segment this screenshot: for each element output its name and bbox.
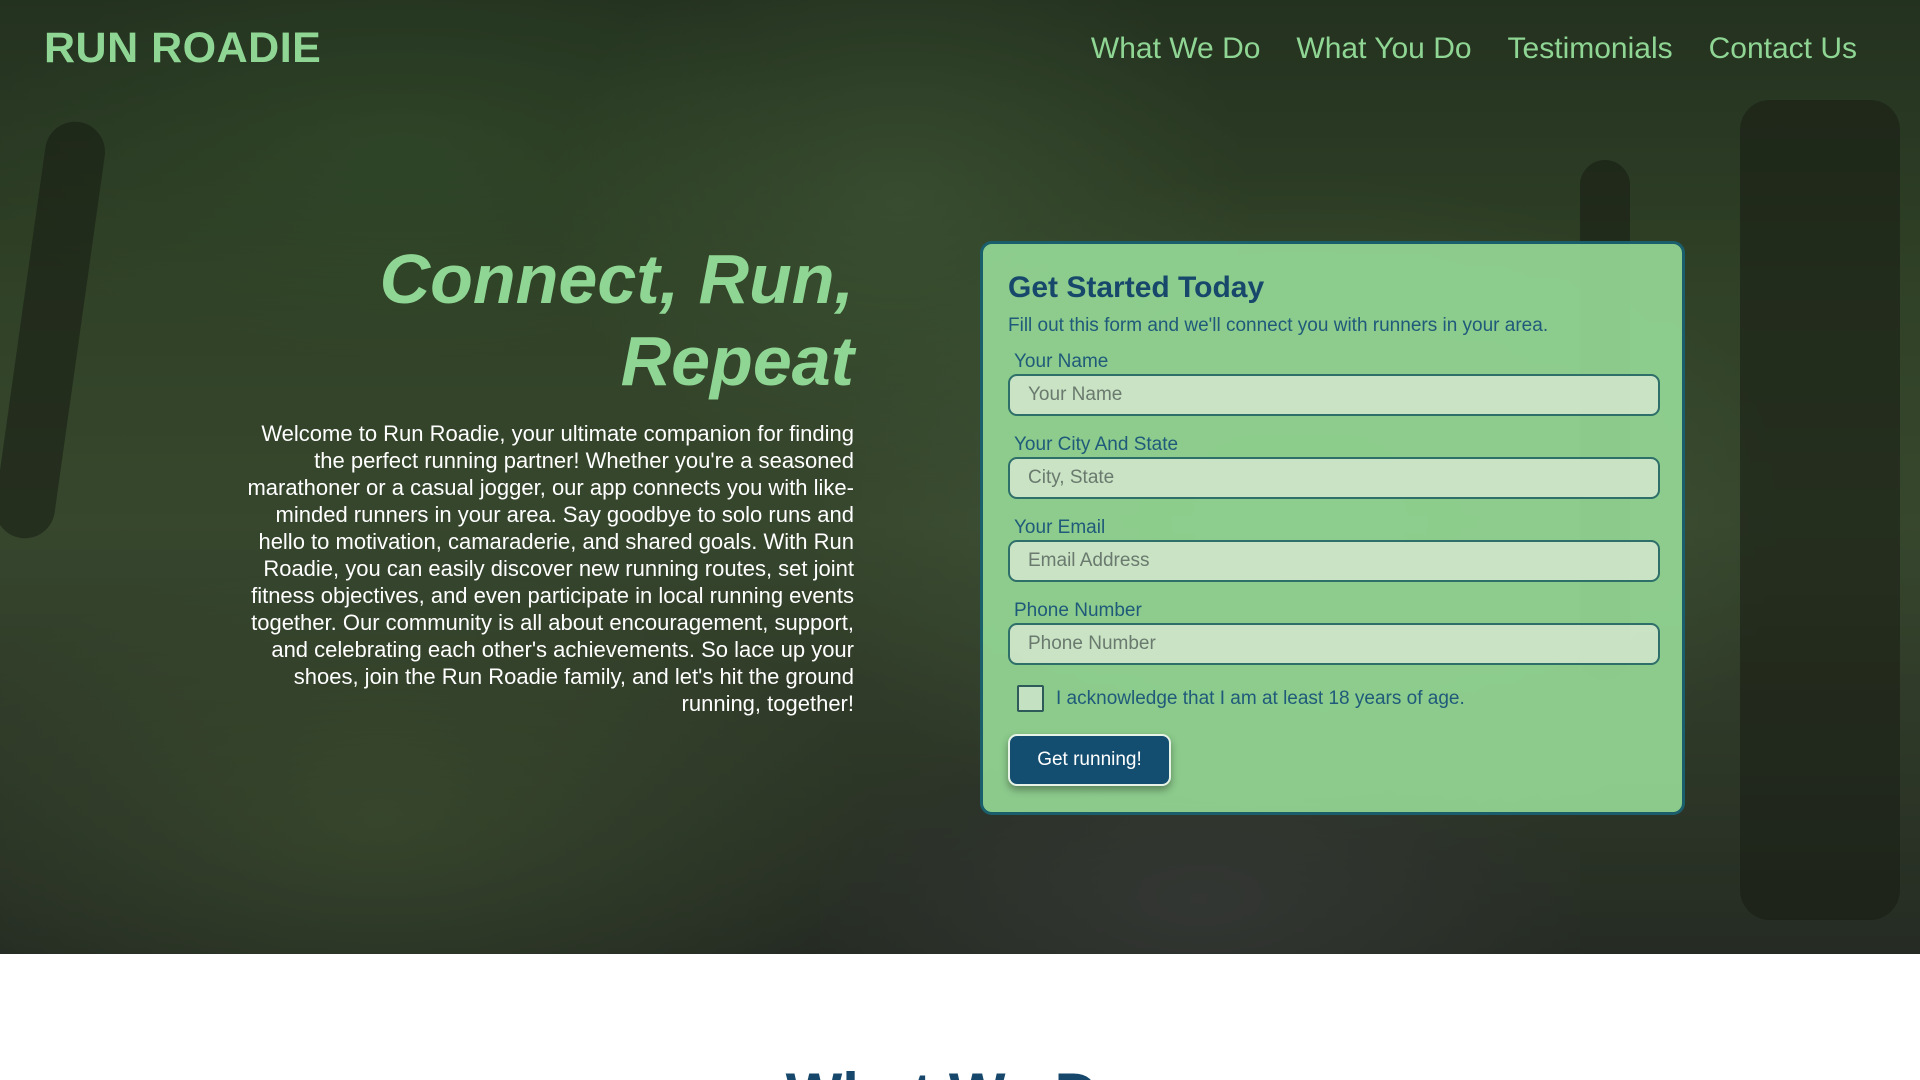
age-checkbox-label[interactable]: I acknowledge that I am at least 18 year… bbox=[1056, 688, 1465, 710]
hero-title: Connect, Run, Repeat bbox=[379, 240, 854, 400]
city-state-label: Your City And State bbox=[1014, 434, 1179, 455]
form-subtitle: Fill out this form and we'll connect you… bbox=[1008, 315, 1549, 336]
city-field-group: Your City And State bbox=[1008, 434, 1660, 499]
email-field-group: Your Email bbox=[1008, 517, 1660, 582]
nav-link-testimonials[interactable]: Testimonials bbox=[1508, 32, 1673, 66]
age-checkbox[interactable] bbox=[1017, 685, 1044, 712]
city-state-input[interactable] bbox=[1008, 457, 1660, 499]
phone-label: Phone Number bbox=[1014, 600, 1142, 621]
main-nav: What We Do What You Do Testimonials Cont… bbox=[1091, 32, 1857, 66]
name-input[interactable] bbox=[1008, 374, 1660, 416]
nav-link-contact-us[interactable]: Contact Us bbox=[1709, 32, 1857, 66]
section-title-what-we-do: What We Do bbox=[0, 1060, 1920, 1080]
email-input[interactable] bbox=[1008, 540, 1660, 582]
get-running-button[interactable]: Get running! bbox=[1008, 734, 1171, 786]
name-label: Your Name bbox=[1014, 351, 1109, 372]
hero-description: Welcome to Run Roadie, your ultimate com… bbox=[247, 421, 854, 716]
name-field-group: Your Name bbox=[1008, 351, 1660, 416]
signup-form: Get Started Today Fill out this form and… bbox=[980, 241, 1685, 815]
nav-link-what-we-do[interactable]: What We Do bbox=[1091, 32, 1261, 66]
email-label: Your Email bbox=[1014, 517, 1106, 538]
nav-link-what-you-do[interactable]: What You Do bbox=[1296, 32, 1471, 66]
age-acknowledgement: I acknowledge that I am at least 18 year… bbox=[1017, 685, 1657, 712]
phone-input[interactable] bbox=[1008, 623, 1660, 665]
form-title: Get Started Today bbox=[1008, 271, 1265, 304]
phone-field-group: Phone Number bbox=[1008, 600, 1660, 665]
site-logo[interactable]: RUN ROADIE bbox=[44, 24, 321, 73]
